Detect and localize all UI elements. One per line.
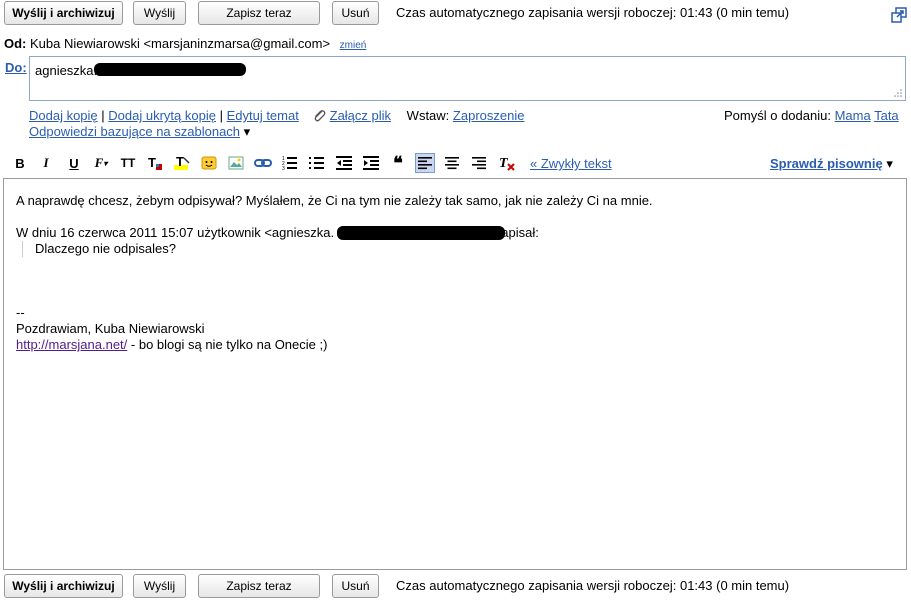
signature-link[interactable]: http://marsjana.net/ xyxy=(16,337,127,352)
to-value: agnieszka. xyxy=(35,63,98,78)
bold-icon[interactable]: B xyxy=(10,153,30,173)
send-archive-button[interactable]: Wyślij i archiwizuj xyxy=(4,1,123,25)
font-size-icon[interactable]: TT xyxy=(118,153,138,173)
to-field[interactable]: agnieszka. xyxy=(29,56,906,101)
from-label: Od: xyxy=(4,36,27,51)
message-body-editor[interactable]: A naprawdę chcesz, żebym odpisywał? Myśl… xyxy=(3,178,907,570)
separator: | xyxy=(219,108,227,123)
send-button[interactable]: Wyślij xyxy=(133,574,186,598)
plain-text-link[interactable]: « Zwykły tekst xyxy=(530,156,612,171)
canned-responses-link[interactable]: Odpowiedzi bazujące na szablonach xyxy=(29,124,240,139)
quoted-message: Dlaczego nie odpisales? xyxy=(22,241,894,257)
quote-text: Dlaczego nie odpisales? xyxy=(35,241,176,256)
discard-button[interactable]: Usuń xyxy=(332,1,379,25)
attach-row: Załącz plik Wstaw: Zaproszenie xyxy=(312,108,524,123)
remove-formatting-icon[interactable]: T xyxy=(497,153,517,173)
suggest-label: Pomyśl o dodaniu: xyxy=(724,108,831,123)
align-right-icon[interactable] xyxy=(469,153,489,173)
body-line: A naprawdę chcesz, żebym odpisywał? Myśl… xyxy=(16,193,653,208)
suggest-tata-link[interactable]: Tata xyxy=(874,108,899,123)
bottom-action-bar: Wyślij i archiwizuj Wyślij Zapisz teraz … xyxy=(0,574,911,600)
insert-image-icon[interactable] xyxy=(226,153,246,173)
bulleted-list-icon[interactable] xyxy=(307,153,327,173)
underline-icon[interactable]: U xyxy=(64,153,84,173)
signature-tail: - bo blogi są nie tylko na Onecie ;) xyxy=(127,337,328,352)
emoticon-icon[interactable] xyxy=(199,153,219,173)
insert-invitation-link[interactable]: Zaproszenie xyxy=(453,108,525,123)
save-now-button[interactable]: Zapisz teraz xyxy=(198,574,320,598)
svg-text:T: T xyxy=(176,154,184,169)
redaction-mark xyxy=(337,226,505,240)
redaction-mark xyxy=(94,63,246,76)
svg-text:3: 3 xyxy=(282,166,285,171)
send-button[interactable]: Wyślij xyxy=(133,1,186,25)
autosave-status: Czas automatycznego zapisania wersji rob… xyxy=(396,578,790,593)
signature-name: Pozdrawiam, Kuba Niewiarowski xyxy=(16,321,205,336)
change-from-link[interactable]: zmień xyxy=(340,40,367,51)
attach-file-link[interactable]: Załącz plik xyxy=(330,108,391,123)
paperclip-icon xyxy=(314,110,326,122)
indent-icon[interactable] xyxy=(361,153,381,173)
top-action-bar: Wyślij i archiwizuj Wyślij Zapisz teraz … xyxy=(0,1,911,27)
align-center-icon[interactable] xyxy=(442,153,462,173)
insert-label: Wstaw: xyxy=(406,108,450,123)
send-archive-button[interactable]: Wyślij i archiwizuj xyxy=(4,574,123,598)
quote-header-start: W dniu 16 czerwca 2011 15:07 użytkownik … xyxy=(16,225,335,240)
resize-grip-icon[interactable] xyxy=(893,88,903,98)
numbered-list-icon[interactable]: 123 xyxy=(280,153,300,173)
from-value: Kuba Niewiarowski <marsjaninzmarsa@gmail… xyxy=(30,36,331,51)
svg-text:T: T xyxy=(148,155,156,170)
quote-header: W dniu 16 czerwca 2011 15:07 użytkownik … xyxy=(16,225,894,241)
spellcheck-dropdown-icon[interactable]: ▾ xyxy=(886,156,893,171)
text-color-icon[interactable]: T xyxy=(145,153,165,173)
outdent-icon[interactable] xyxy=(334,153,354,173)
signature-link-line: http://marsjana.net/ - bo blogi są nie t… xyxy=(16,337,894,353)
blockquote-icon[interactable]: ❝ xyxy=(388,153,408,173)
canned-row: Odpowiedzi bazujące na szablonach ▾ xyxy=(29,124,250,140)
to-label-row: Do: xyxy=(5,60,27,75)
format-toolbar: B I U F ▾ TT T T 123 ❝ T « Zwykły tekst S… xyxy=(10,153,910,175)
suggest-row: Pomyśl o dodaniu: Mama Tata xyxy=(724,108,899,123)
popout-icon[interactable] xyxy=(891,7,907,23)
svg-text:T: T xyxy=(499,156,509,171)
spellcheck-row: Sprawdź pisownię ▾ xyxy=(770,156,893,172)
spellcheck-link[interactable]: Sprawdź pisownię xyxy=(770,156,883,171)
add-bcc-link[interactable]: Dodaj ukrytą kopię xyxy=(108,108,216,123)
compose-links: Dodaj kopię | Dodaj ukrytą kopię | Edytu… xyxy=(29,108,299,123)
save-now-button[interactable]: Zapisz teraz xyxy=(198,1,320,25)
highlight-color-icon[interactable]: T xyxy=(172,153,192,173)
italic-icon[interactable]: I xyxy=(36,153,56,173)
suggest-mama-link[interactable]: Mama xyxy=(835,108,871,123)
signature-dash: -- xyxy=(16,305,25,320)
align-left-icon[interactable] xyxy=(415,153,435,173)
add-cc-link[interactable]: Dodaj kopię xyxy=(29,108,98,123)
to-label[interactable]: Do: xyxy=(5,60,27,75)
font-family-icon[interactable]: F ▾ xyxy=(91,153,111,173)
from-row: Od: Kuba Niewiarowski <marsjaninzmarsa@g… xyxy=(4,36,366,51)
link-icon[interactable] xyxy=(253,153,273,173)
discard-button[interactable]: Usuń xyxy=(332,574,379,598)
autosave-status: Czas automatycznego zapisania wersji rob… xyxy=(396,5,790,20)
edit-subject-link[interactable]: Edytuj temat xyxy=(227,108,299,123)
canned-dropdown-icon[interactable]: ▾ xyxy=(244,124,251,139)
